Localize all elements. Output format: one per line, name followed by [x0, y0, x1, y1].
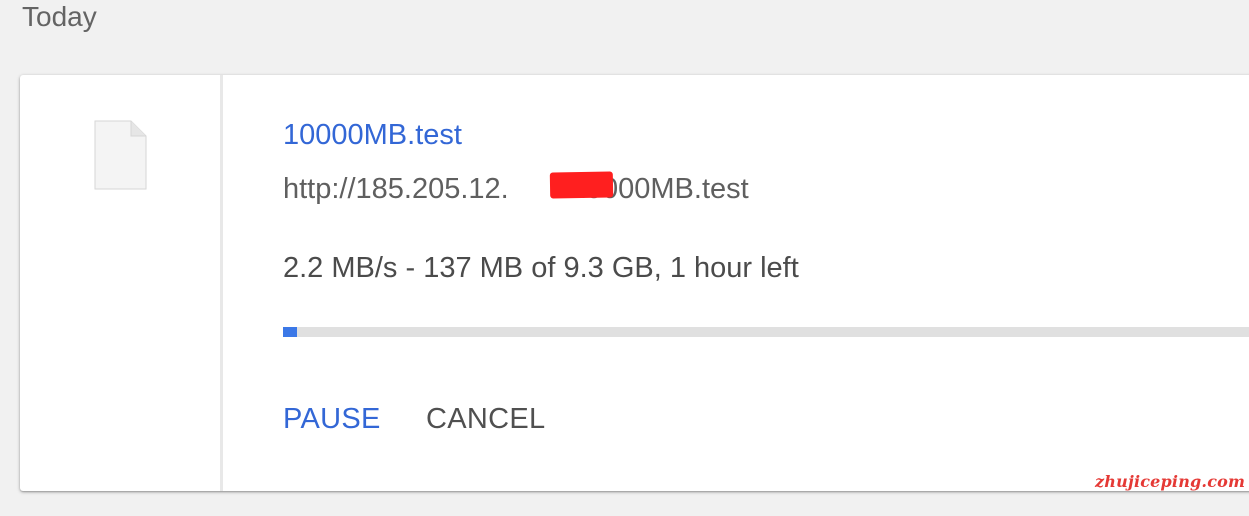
source-url-link[interactable]: http://185.205.12. 10000MB.test [283, 171, 749, 207]
download-progress-fill [283, 327, 297, 337]
download-item-card: 10000MB.test http://185.205.12. 10000MB.t… [20, 75, 1249, 491]
file-name-link[interactable]: 10000MB.test [283, 117, 462, 153]
redaction-mark [549, 171, 614, 199]
download-progress-bar [283, 327, 1249, 337]
source-url-prefix: http://185.205.12. [283, 173, 509, 205]
watermark-text: zhujiceping.com [1095, 472, 1246, 491]
section-title-today: Today [22, 1, 97, 32]
download-status-text: 2.2 MB/s - 137 MB of 9.3 GB, 1 hour left [283, 252, 799, 284]
file-icon [94, 120, 147, 190]
file-icon-column [20, 75, 223, 491]
pause-button[interactable]: PAUSE [283, 401, 381, 437]
cancel-button[interactable]: CANCEL [426, 401, 545, 437]
